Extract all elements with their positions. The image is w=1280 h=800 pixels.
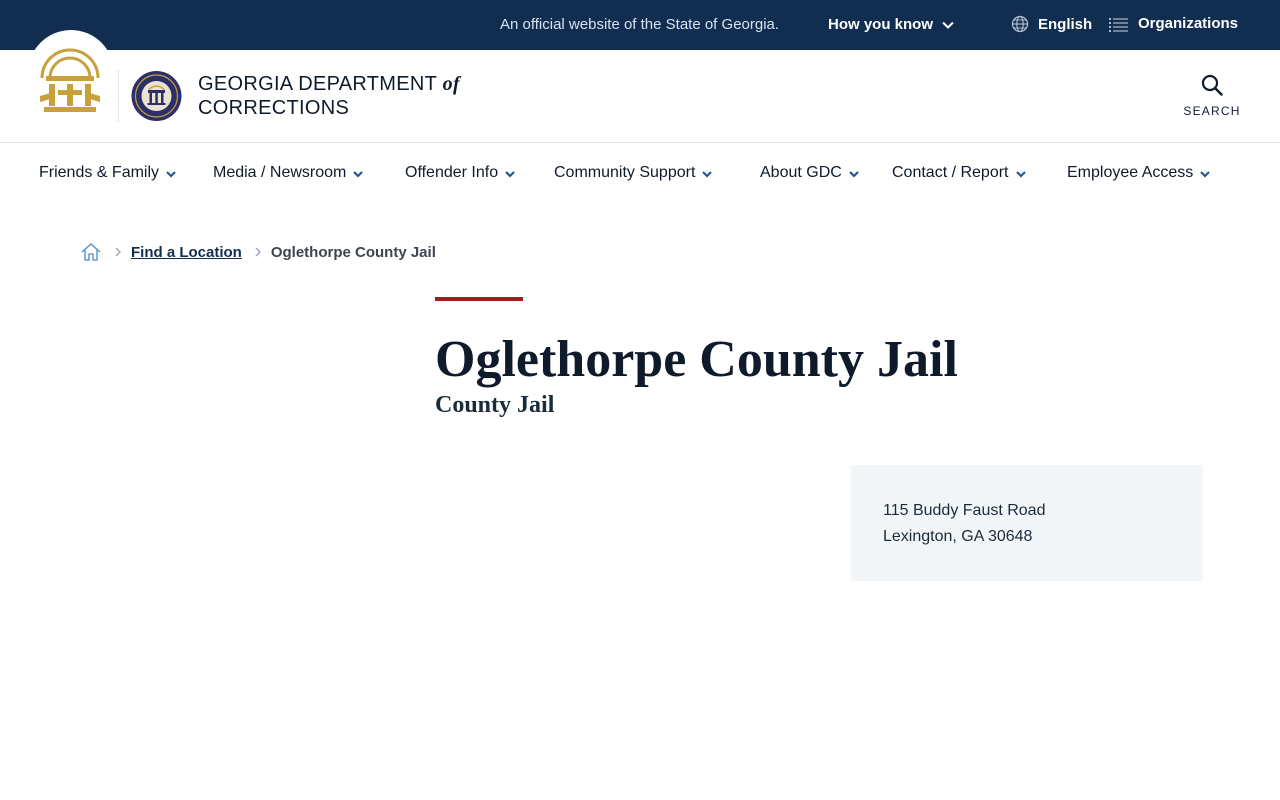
site-title-line1: GEORGIA DEPARTMENT [198,73,437,95]
nav-label: Employee Access [1067,164,1194,181]
globe-icon [1011,15,1029,33]
nav-label: About GDC [760,164,842,181]
list-icon [1109,17,1128,32]
site-title-line2: CORRECTIONS [198,97,350,119]
nav-community-support[interactable]: Community Support [554,164,713,182]
nav-label: Community Support [554,164,696,181]
gdc-seal-icon[interactable] [131,70,182,122]
chevron-down-icon [166,171,176,178]
search-icon [1201,74,1223,96]
georgia-home-link[interactable] [28,30,114,116]
breadcrumb-find-location-link[interactable]: Find a Location [131,244,242,261]
address-street: 115 Buddy Faust Road [883,502,1046,519]
nav-media-newsroom[interactable]: Media / Newsroom [213,164,364,182]
site-title[interactable]: GEORGIA DEPARTMENT of CORRECTIONS [198,72,460,120]
chevron-right-icon [114,247,122,257]
chevron-down-icon [849,171,859,178]
nav-friends-family[interactable]: Friends & Family [39,164,177,182]
nav-contact-report[interactable]: Contact / Report [892,164,1027,182]
breadcrumb: Find a Location Oglethorpe County Jail [80,242,436,262]
nav-offender-info[interactable]: Offender Info [405,164,516,182]
organizations-label: Organizations [1138,15,1239,32]
language-selector[interactable]: English [1011,15,1092,33]
site-title-of: of [442,73,460,95]
nav-employee-access[interactable]: Employee Access [1067,164,1211,182]
chevron-down-icon [505,171,515,178]
chevron-right-icon [254,247,262,257]
chevron-down-icon [353,171,364,178]
how-you-know-button[interactable]: How you know [828,16,955,33]
organizations-button[interactable]: Organizations [1109,15,1238,32]
chevron-down-icon [1200,171,1211,178]
address-card: 115 Buddy Faust Road Lexington, GA 30648 [851,465,1203,581]
how-you-know-label: How you know [828,16,933,33]
chevron-down-icon [942,21,954,29]
language-label: English [1038,15,1093,33]
home-icon[interactable] [80,242,102,262]
nav-about-gdc[interactable]: About GDC [760,164,860,182]
official-banner: An official website of the State of Geor… [0,0,1280,50]
page-subtitle: County Jail [435,392,555,418]
georgia-seal-icon [40,48,100,112]
nav-label: Offender Info [405,164,499,181]
chevron-down-icon [702,171,713,178]
nav-label: Media / Newsroom [213,164,347,181]
search-label: SEARCH [1183,104,1241,118]
site-header: GEORGIA DEPARTMENT of CORRECTIONS SEARCH [0,30,1280,143]
main-nav: Friends & Family Media / Newsroom Offend… [0,143,1280,205]
title-accent-rule [435,297,523,301]
search-button[interactable]: SEARCH [1183,74,1241,118]
header-divider [118,70,119,122]
nav-label: Contact / Report [892,164,1009,181]
official-site-text: An official website of the State of Geor… [500,16,780,33]
page-title: Oglethorpe County Jail [435,331,958,388]
breadcrumb-current: Oglethorpe County Jail [270,243,436,261]
nav-label: Friends & Family [39,164,160,181]
address-city-state-zip: Lexington, GA 30648 [883,528,1033,545]
chevron-down-icon [1015,171,1026,178]
